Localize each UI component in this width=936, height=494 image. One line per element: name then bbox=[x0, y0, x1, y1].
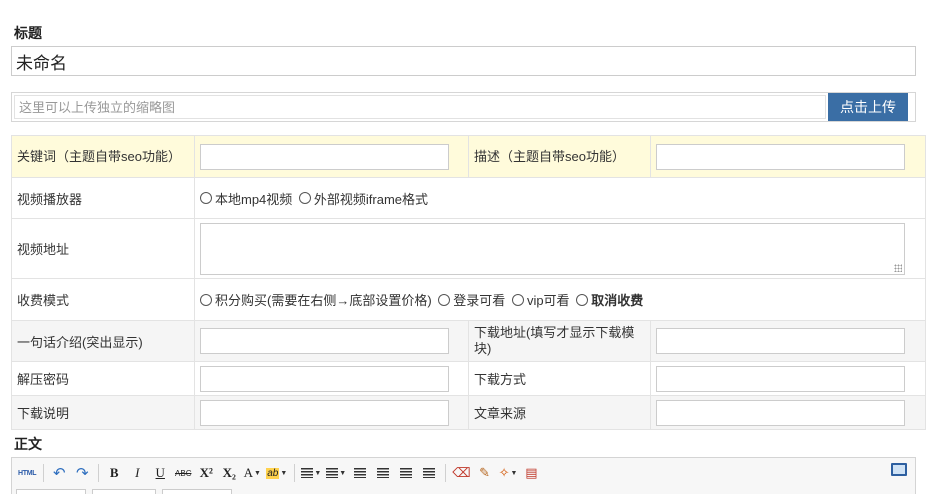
resize-grip-icon[interactable] bbox=[894, 263, 902, 272]
undo-icon[interactable]: ↶ bbox=[48, 462, 70, 484]
toolbar-separator bbox=[445, 464, 447, 482]
editor-toolbar: HTML ↶ ↷ B I U ABC X² X₂ A ▼ ab ▼ ▼ ▼ ⌫ ✎ … bbox=[16, 462, 543, 484]
eraser-icon[interactable]: ⌫ bbox=[450, 462, 472, 484]
charge-option-login[interactable]: 登录可看 bbox=[438, 290, 505, 309]
download-notes-input[interactable] bbox=[200, 399, 449, 426]
radio-icon bbox=[576, 293, 589, 306]
align-left-icon[interactable] bbox=[372, 462, 394, 484]
underline-button[interactable]: U bbox=[149, 462, 171, 484]
player-label: 视频播放器 bbox=[11, 177, 195, 219]
fullscreen-icon[interactable] bbox=[891, 463, 907, 476]
charge-option-free[interactable]: 取消收费 bbox=[576, 290, 643, 309]
unordered-list-icon[interactable]: ▼ bbox=[324, 462, 348, 484]
title-label: 标题 bbox=[14, 25, 42, 41]
source-input[interactable] bbox=[656, 399, 905, 426]
radio-icon bbox=[438, 293, 451, 306]
align-center-icon[interactable] bbox=[395, 462, 417, 484]
download-url-input[interactable] bbox=[656, 328, 905, 354]
font-color-button[interactable]: A ▼ bbox=[241, 462, 263, 484]
unzip-password-label: 解压密码 bbox=[11, 361, 195, 396]
magic-format-icon[interactable]: ✧ ▼ bbox=[497, 462, 520, 484]
strikethrough-button[interactable]: ABC bbox=[172, 462, 194, 484]
thumbnail-input[interactable] bbox=[14, 95, 826, 119]
toolbar-separator bbox=[294, 464, 296, 482]
title-input[interactable] bbox=[11, 46, 916, 76]
font-size-select[interactable] bbox=[162, 489, 232, 494]
html-source-button[interactable]: HTML bbox=[16, 462, 38, 484]
bold-button[interactable]: B bbox=[103, 462, 125, 484]
highlight-button[interactable]: ab ▼ bbox=[264, 462, 289, 484]
ordered-list-icon[interactable]: ▼ bbox=[299, 462, 323, 484]
video-url-textarea[interactable] bbox=[200, 222, 905, 275]
paste-text-icon[interactable]: ▤ bbox=[520, 462, 542, 484]
intro-input[interactable] bbox=[200, 328, 449, 354]
download-notes-label: 下载说明 bbox=[11, 395, 195, 430]
post-meta-table: 关键词（主题自带seo功能） 描述（主题自带seo功能） 视频播放器 本地mp4… bbox=[11, 135, 926, 430]
chevron-down-icon: ▼ bbox=[253, 469, 261, 477]
upload-button[interactable]: 点击上传 bbox=[828, 93, 908, 121]
radio-icon bbox=[511, 293, 524, 306]
source-label: 文章来源 bbox=[468, 395, 651, 430]
player-option-local[interactable]: 本地mp4视频 bbox=[200, 189, 292, 208]
download-method-input[interactable] bbox=[656, 365, 905, 392]
player-option-iframe[interactable]: 外部视频iframe格式 bbox=[298, 189, 428, 208]
indent-icon[interactable] bbox=[349, 462, 371, 484]
paragraph-select[interactable] bbox=[16, 489, 86, 494]
charge-option-vip[interactable]: vip可看 bbox=[511, 290, 570, 309]
charge-option-points[interactable]: 积分购买(需要在右侧→底部设置价格) bbox=[200, 290, 432, 309]
superscript-button[interactable]: X² bbox=[195, 462, 217, 484]
editor-toolbar-row-2 bbox=[16, 489, 238, 494]
body-label: 正文 bbox=[14, 436, 42, 452]
unzip-password-input[interactable] bbox=[200, 365, 449, 392]
rich-text-editor: HTML ↶ ↷ B I U ABC X² X₂ A ▼ ab ▼ ▼ ▼ ⌫ ✎ … bbox=[11, 457, 916, 494]
subscript-button[interactable]: X₂ bbox=[218, 462, 240, 484]
keywords-input[interactable] bbox=[200, 143, 449, 170]
radio-icon bbox=[200, 192, 212, 204]
toolbar-separator bbox=[98, 464, 100, 482]
radio-icon bbox=[298, 192, 311, 204]
toolbar-separator bbox=[43, 464, 45, 482]
download-url-label: 下载地址(填写才显示下载模块) bbox=[468, 320, 651, 362]
redo-icon[interactable]: ↷ bbox=[71, 462, 93, 484]
description-label: 描述（主题自带seo功能） bbox=[468, 135, 651, 178]
video-url-label: 视频地址 bbox=[11, 218, 195, 279]
chevron-down-icon: ▼ bbox=[280, 469, 288, 477]
thumbnail-upload-row: 点击上传 bbox=[11, 92, 916, 122]
intro-label: 一句话介绍(突出显示) bbox=[11, 320, 195, 362]
align-right-icon[interactable] bbox=[418, 462, 440, 484]
italic-button[interactable]: I bbox=[126, 462, 148, 484]
description-input[interactable] bbox=[656, 143, 905, 170]
font-family-select[interactable] bbox=[92, 489, 156, 494]
format-brush-icon[interactable]: ✎ bbox=[474, 462, 496, 484]
keywords-label: 关键词（主题自带seo功能） bbox=[11, 135, 195, 178]
download-method-label: 下载方式 bbox=[468, 361, 651, 396]
charge-label: 收费模式 bbox=[11, 278, 195, 321]
radio-icon bbox=[200, 293, 212, 306]
